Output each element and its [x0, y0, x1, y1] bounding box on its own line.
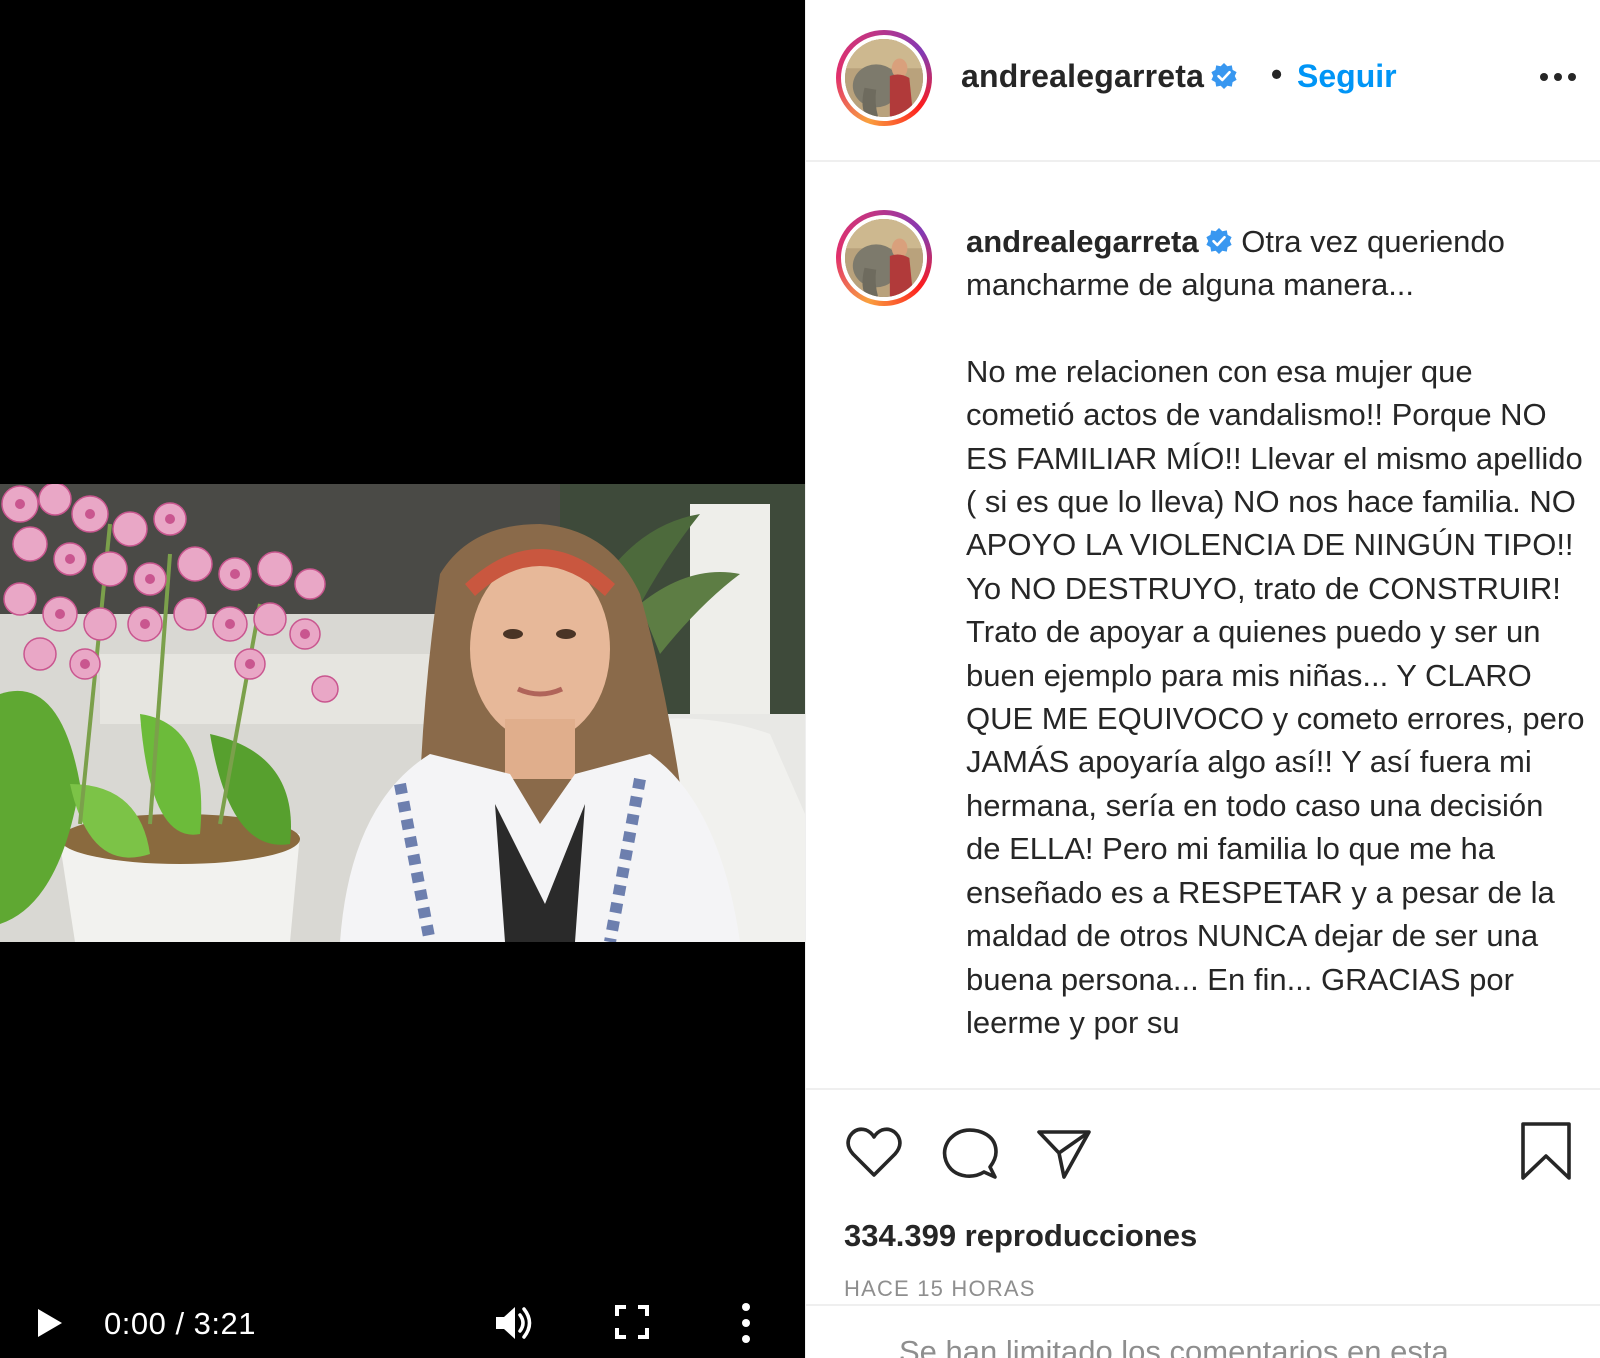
header-username[interactable]: andrealegarreta [961, 58, 1238, 95]
avatar-image [845, 219, 923, 297]
views-count[interactable]: 334.399 reproducciones [844, 1218, 1197, 1254]
caption-avatar[interactable] [836, 210, 932, 306]
comments-limited-notice: Se han limitado los comentarios en esta [806, 1304, 1600, 1358]
video-more-button[interactable] [736, 1300, 756, 1346]
comment-icon [942, 1128, 998, 1179]
video-controls: 0:00 / 3:21 [0, 1290, 805, 1358]
share-button[interactable] [1034, 1124, 1094, 1182]
caption-body-text: No me relacionen con esa mujer que comet… [966, 353, 1585, 1040]
like-button[interactable] [844, 1124, 904, 1182]
caption-username[interactable]: andrealegarreta [966, 224, 1199, 259]
post-options-button[interactable] [1536, 64, 1580, 90]
time-display: 0:00 / 3:21 [104, 1306, 257, 1341]
caption-area: andrealegarreta Otra vez queriendo manch… [806, 164, 1600, 1088]
play-button[interactable] [34, 1306, 66, 1340]
fullscreen-icon [615, 1305, 649, 1339]
header-separator: • [1271, 56, 1283, 92]
video-player[interactable]: 0:00 / 3:21 [0, 0, 805, 1358]
follow-button[interactable]: Seguir [1297, 58, 1397, 95]
bookmark-icon [1521, 1122, 1571, 1180]
avatar[interactable] [836, 30, 932, 126]
volume-button[interactable] [493, 1302, 537, 1344]
video-frame[interactable] [0, 484, 805, 942]
verified-badge-icon [1206, 228, 1232, 254]
play-icon [38, 1309, 62, 1337]
more-horizontal-icon [1540, 73, 1576, 81]
post-timestamp[interactable]: HACE 15 HORAS [844, 1276, 1036, 1302]
caption-text: andrealegarreta Otra vez queriendo manch… [966, 220, 1586, 1044]
post-header: andrealegarreta • Seguir [806, 0, 1600, 162]
fullscreen-button[interactable] [614, 1304, 650, 1340]
video-still-image [0, 484, 805, 942]
avatar-image [845, 39, 923, 117]
verified-badge-icon [1211, 63, 1237, 89]
post-details-panel: andrealegarreta • Seguir andrealegarreta… [805, 0, 1600, 1358]
post-actions: 334.399 reproducciones HACE 15 HORAS [806, 1088, 1600, 1304]
header-username-text[interactable]: andrealegarreta [961, 58, 1204, 94]
comment-button[interactable] [940, 1124, 1000, 1182]
more-vertical-icon [742, 1303, 750, 1343]
paper-plane-icon [1037, 1130, 1091, 1179]
heart-icon [846, 1127, 902, 1177]
save-button[interactable] [1518, 1120, 1574, 1182]
comments-limited-text: Se han limitado los comentarios en esta [899, 1334, 1449, 1358]
volume-icon [496, 1307, 532, 1339]
